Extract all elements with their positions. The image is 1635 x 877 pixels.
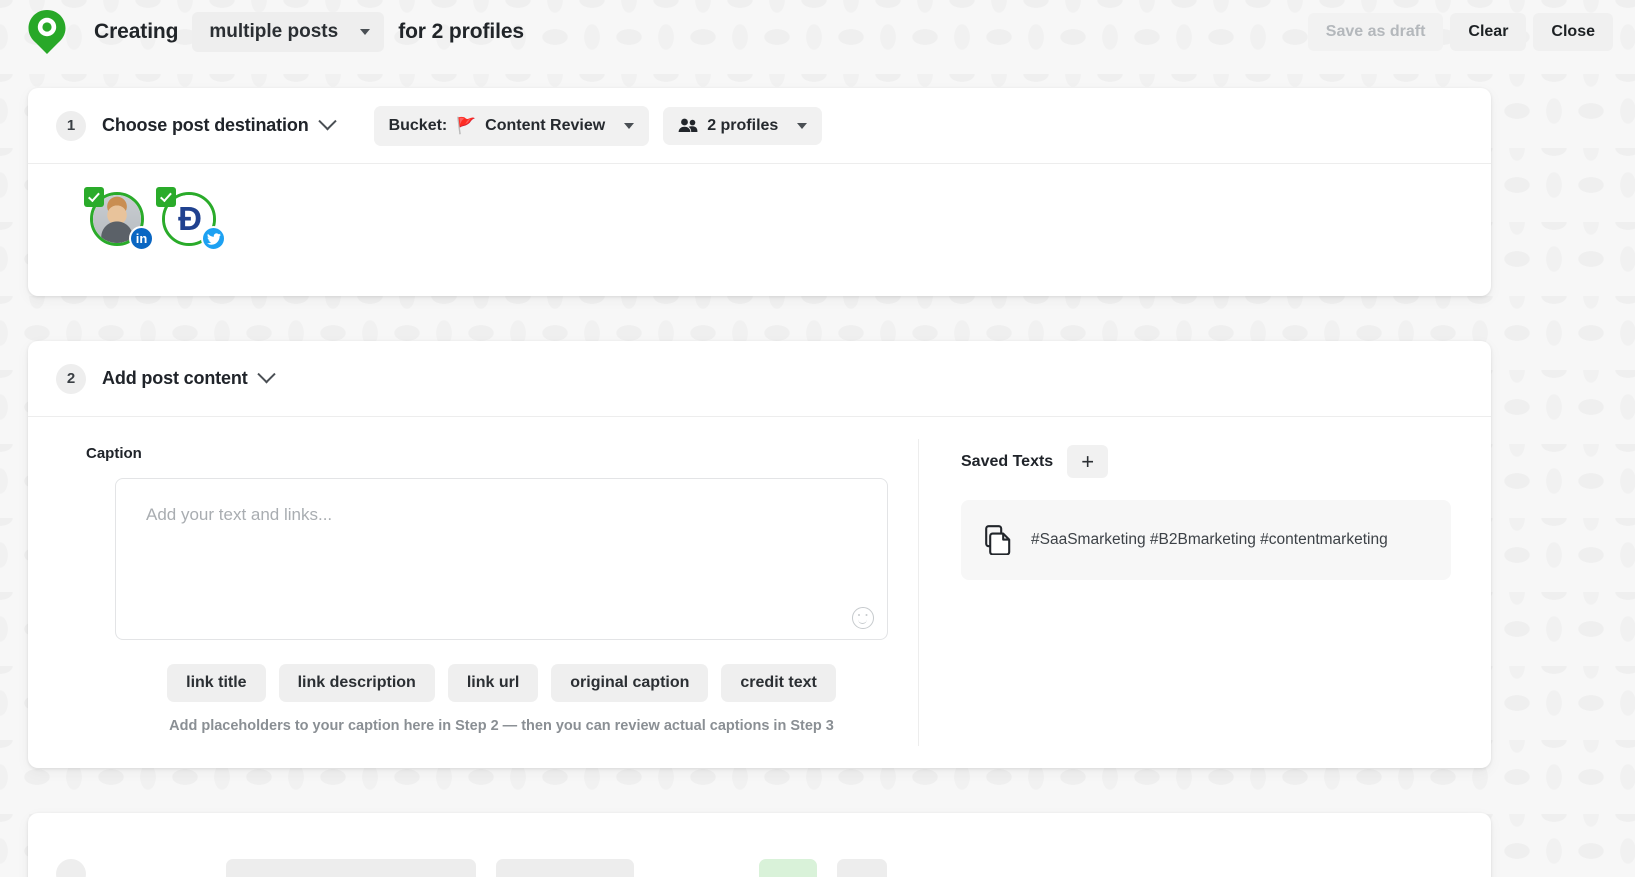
step-3-number-placeholder [56, 859, 86, 877]
copy-icon [985, 525, 1011, 555]
emoji-picker-icon[interactable] [852, 607, 874, 629]
placeholder-hint-text: Add placeholders to your caption here in… [169, 718, 834, 734]
saved-texts-header: Saved Texts + [961, 445, 1451, 478]
bucket-emoji-icon: 🚩 [456, 117, 477, 135]
saved-texts-pane: Saved Texts + #SaaSmarketing #B2Bmarketi… [919, 417, 1491, 768]
save-as-draft-button[interactable]: Save as draft [1307, 13, 1444, 51]
saved-texts-title: Saved Texts [961, 452, 1054, 470]
selected-accounts-list: in Đ [28, 164, 1491, 251]
step-1-number: 1 [56, 110, 86, 141]
add-saved-text-button[interactable]: + [1067, 445, 1109, 478]
chevron-down-icon [360, 29, 371, 35]
post-composer-app: Creating multiple posts for 2 profiles S… [0, 0, 1635, 877]
twitter-icon [201, 226, 226, 251]
placeholder-original-caption-button[interactable]: original caption [551, 664, 709, 702]
header-title-prefix: Creating [94, 20, 179, 43]
chevron-down-icon [797, 122, 808, 129]
step-2-card: 2 Add post content Caption link title li… [28, 341, 1491, 768]
bucket-label: Bucket: [388, 116, 448, 134]
twitter-bird-glyph [206, 232, 221, 245]
placeholder-link-description-button[interactable]: link description [278, 664, 435, 702]
placeholder-credit-text-button[interactable]: credit text [721, 664, 836, 702]
app-header: Creating multiple posts for 2 profiles S… [0, 0, 1635, 64]
step-1-collapse-chevron-icon[interactable] [317, 112, 337, 131]
placeholder-buttons: link title link description link url ori… [86, 664, 888, 702]
caption-input[interactable] [116, 479, 887, 639]
step-1-card: 1 Choose post destination Bucket: 🚩 Cont… [28, 88, 1491, 296]
close-button[interactable]: Close [1533, 13, 1613, 51]
bucket-select-chip[interactable]: Bucket: 🚩 Content Review [373, 105, 650, 146]
saved-text-item[interactable]: #SaaSmarketing #B2Bmarketing #contentmar… [961, 500, 1451, 580]
publer-pin-logo-icon [28, 10, 66, 54]
post-type-select[interactable]: multiple posts [192, 12, 385, 52]
bucket-value: Content Review [485, 116, 606, 134]
check-icon [84, 187, 104, 207]
profiles-select-chip[interactable]: 2 profiles [663, 106, 823, 145]
step-3-pill-2 [496, 859, 634, 877]
step-1-chips: Bucket: 🚩 Content Review 2 profiles [373, 105, 823, 146]
profiles-chip-label: 2 profiles [707, 116, 779, 134]
chevron-down-icon [624, 122, 635, 129]
step-2-title: Add post content [102, 368, 248, 388]
step-3-pill-1 [226, 859, 476, 877]
placeholder-link-url-button[interactable]: link url [447, 664, 539, 702]
step-3-card-peek [28, 813, 1491, 877]
step-1-header: 1 Choose post destination Bucket: 🚩 Cont… [28, 88, 1491, 164]
profile-avatar-brand[interactable]: Đ [156, 187, 226, 251]
caption-label: Caption [86, 445, 142, 462]
linkedin-icon: in [129, 226, 154, 251]
step-3-pill-3 [837, 859, 887, 877]
placeholder-link-title-button[interactable]: link title [167, 664, 266, 702]
people-icon [678, 118, 698, 132]
step-2-number: 2 [56, 363, 86, 394]
step-2-header: 2 Add post content [28, 341, 1491, 417]
step-3-header-peek [28, 813, 1491, 877]
check-icon [156, 187, 176, 207]
step-3-pill-green [759, 859, 817, 877]
step-2-collapse-chevron-icon[interactable] [256, 365, 276, 384]
caption-pane: Caption link title link description link… [28, 417, 918, 768]
header-title-suffix: for 2 profiles [398, 20, 524, 43]
step-2-body: Caption link title link description link… [28, 417, 1491, 768]
profile-avatar-person[interactable]: in [84, 187, 154, 251]
saved-text-content: #SaaSmarketing #B2Bmarketing #contentmar… [1031, 531, 1388, 549]
caption-editor [115, 478, 888, 640]
clear-button[interactable]: Clear [1450, 13, 1527, 51]
step-1-title: Choose post destination [102, 115, 309, 135]
post-type-value: multiple posts [209, 21, 339, 42]
